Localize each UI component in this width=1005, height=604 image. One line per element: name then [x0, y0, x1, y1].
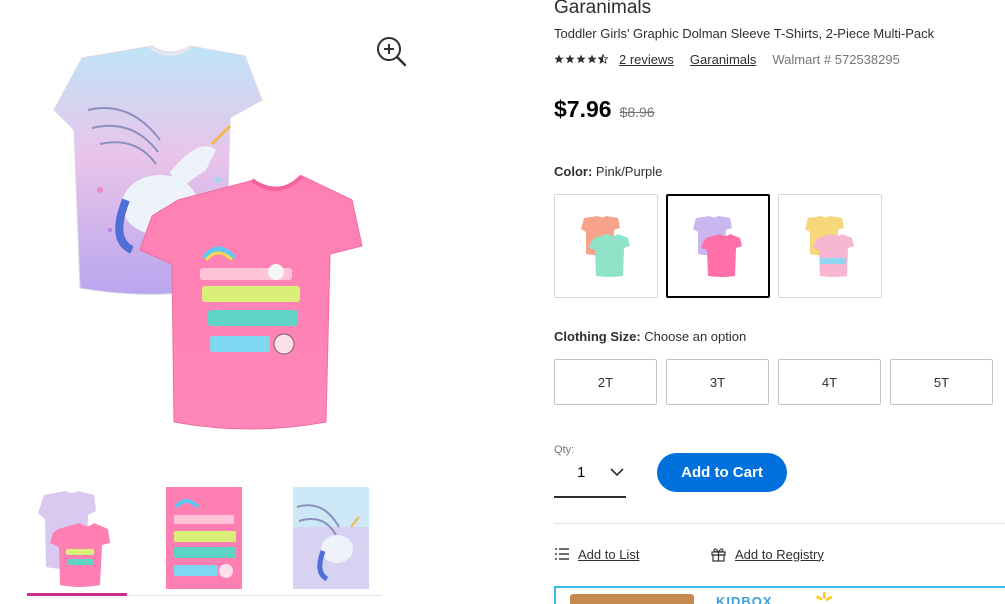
unicorn-shirt-closeup-thumbnail-icon — [293, 487, 369, 589]
add-to-list-label: Add to List — [578, 546, 640, 562]
color-swatch-yellow-tiedye[interactable] — [778, 194, 882, 298]
promo-box-image — [570, 594, 694, 604]
list-icon — [555, 548, 569, 560]
size-option-4t[interactable]: 4T — [778, 359, 881, 405]
product-main-image[interactable] — [40, 40, 380, 440]
add-to-list-link[interactable]: Add to List — [555, 545, 639, 563]
current-price: $7.96 — [554, 96, 612, 122]
star-rating — [554, 54, 609, 64]
reviews-link[interactable]: 2 reviews — [619, 52, 674, 67]
color-selected-value: Pink/Purple — [595, 164, 663, 179]
thumbnail-divider — [127, 595, 382, 596]
star-full-icon — [587, 54, 597, 64]
item-number: Walmart # 572538295 — [772, 51, 900, 67]
add-to-registry-label: Add to Registry — [735, 546, 824, 562]
coral-mint-shirts-icon — [581, 216, 630, 277]
purple-pink-shirts-icon — [693, 216, 742, 277]
gift-icon — [711, 547, 726, 562]
color-label-title: Color: — [554, 164, 593, 179]
thumbnail-3[interactable] — [293, 487, 369, 589]
thumbnail-2[interactable] — [166, 487, 242, 589]
product-name: Toddler Girls' Graphic Dolman Sleeve T-S… — [554, 26, 935, 41]
two-shirts-thumbnail-icon — [38, 491, 110, 587]
quantity-select[interactable]: 1 — [554, 458, 626, 498]
was-price: $8.96 — [619, 104, 655, 120]
size-option-5t[interactable]: 5T — [890, 359, 993, 405]
star-half-icon — [598, 54, 608, 64]
add-to-cart-button[interactable]: Add to Cart — [657, 453, 787, 492]
promo-banner[interactable]: KIDBOX — [554, 586, 1005, 604]
chevron-down-icon — [610, 468, 624, 477]
thumbnail-active-indicator — [27, 593, 127, 596]
qty-label: Qty: — [554, 444, 575, 456]
yellow-tiedye-shirts-icon — [805, 216, 854, 277]
promo-logo-text: KIDBOX — [716, 594, 773, 604]
color-label: Color: Pink/Purple — [554, 164, 662, 179]
price-row: $7.96 $8.96 — [554, 96, 655, 123]
pink-shirt-closeup-thumbnail-icon — [166, 487, 242, 589]
star-full-icon — [554, 54, 564, 64]
size-option-3t[interactable]: 3T — [666, 359, 769, 405]
section-divider — [554, 523, 1005, 524]
add-to-registry-link[interactable]: Add to Registry — [711, 545, 824, 563]
color-swatch-pink-purple[interactable] — [666, 194, 770, 298]
zoom-button[interactable] — [374, 34, 408, 68]
size-option-2t[interactable]: 2T — [554, 359, 657, 405]
rating-row: 2 reviews Garanimals Walmart # 572538295 — [554, 50, 900, 68]
walmart-spark-icon — [816, 592, 833, 601]
product-brand-title: Garanimals — [554, 0, 652, 18]
color-swatch-coral-mint[interactable] — [554, 194, 658, 298]
quantity-value: 1 — [577, 464, 586, 481]
brand-link[interactable]: Garanimals — [690, 52, 756, 67]
product-photo — [53, 45, 363, 430]
zoom-in-icon — [377, 37, 407, 67]
star-full-icon — [565, 54, 575, 64]
thumbnail-1[interactable] — [36, 487, 112, 589]
star-full-icon — [576, 54, 586, 64]
size-selected-value: Choose an option — [644, 329, 747, 344]
size-label-title: Clothing Size: — [554, 329, 641, 344]
size-label: Clothing Size: Choose an option — [554, 329, 746, 344]
